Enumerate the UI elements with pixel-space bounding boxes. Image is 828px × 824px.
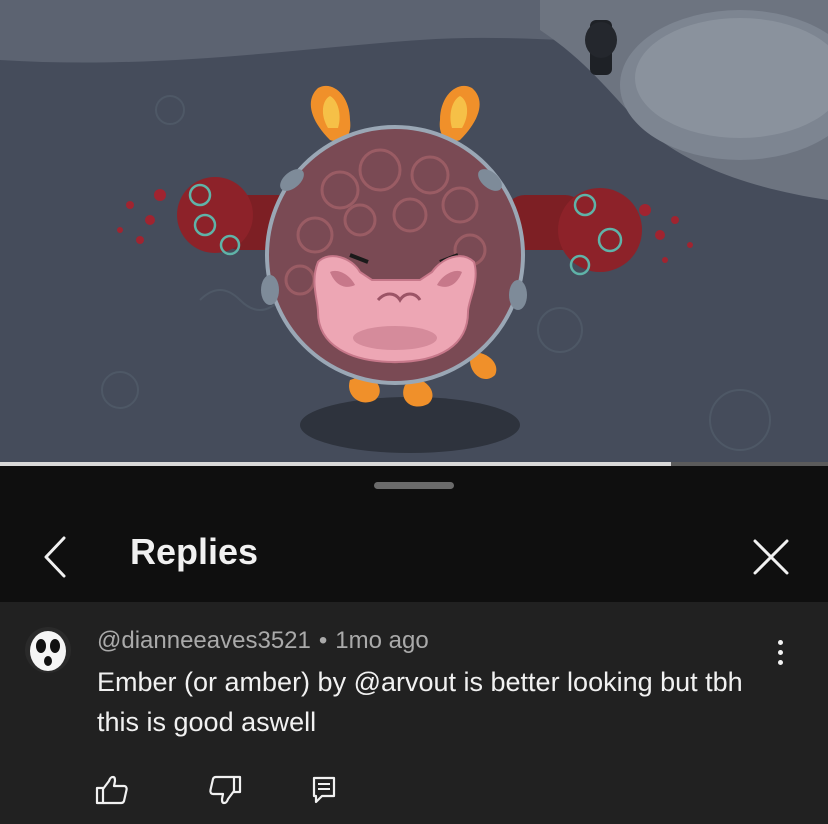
reply-button[interactable]: [302, 768, 346, 812]
close-button[interactable]: [746, 532, 796, 582]
comment-actions: [0, 768, 400, 812]
thumbs-up-icon: [95, 775, 128, 805]
more-vertical-icon-dot: [777, 659, 783, 665]
back-button[interactable]: [30, 532, 80, 582]
more-vertical-icon-dot: [777, 649, 783, 655]
comment-meta: @dianneeaves3521 • 1mo ago: [97, 626, 429, 656]
drag-handle[interactable]: [374, 482, 454, 489]
video-player[interactable]: [0, 0, 828, 462]
video-frame-monster-image: [0, 0, 828, 462]
meta-separator: •: [318, 627, 328, 654]
chevron-left-icon: [44, 536, 66, 578]
more-vertical-icon: [777, 639, 783, 645]
page-title: Replies: [130, 531, 259, 572]
shy-guy-mask-avatar-icon: [25, 627, 71, 673]
thumbs-down-icon: [209, 775, 242, 805]
dislike-button[interactable]: [203, 768, 247, 812]
replies-sheet: Replies @dianneeaves3521 • 1mo ago Ember (…: [0, 466, 828, 824]
reply-icon: [312, 776, 336, 804]
avatar[interactable]: [24, 626, 72, 674]
comment-time: 1mo ago: [335, 627, 429, 654]
close-icon: [753, 539, 789, 575]
comment-text: Ember (or amber) by @arvout is better lo…: [97, 667, 743, 737]
comment-author[interactable]: @dianneeaves3521: [97, 627, 311, 654]
like-button[interactable]: [90, 768, 134, 812]
comment-card: @dianneeaves3521 • 1mo ago Ember (or amber…: [0, 602, 828, 824]
replies-header: Replies: [0, 516, 828, 602]
more-options-button[interactable]: [762, 632, 798, 672]
